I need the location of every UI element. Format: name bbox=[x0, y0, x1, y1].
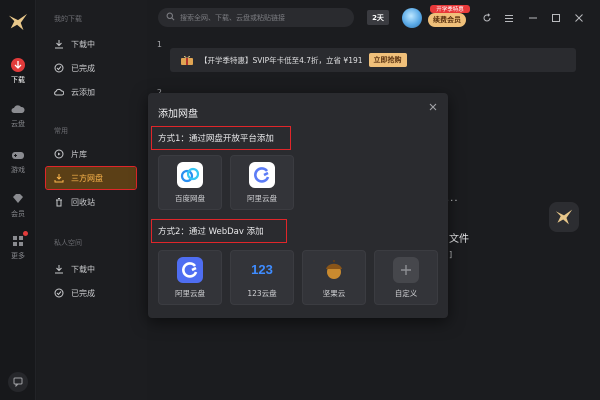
refresh-button[interactable] bbox=[482, 13, 492, 23]
close-icon bbox=[429, 103, 437, 111]
rail-item-vip[interactable]: 会员 bbox=[0, 186, 36, 224]
123-cloud-icon: 123 bbox=[251, 262, 273, 277]
app-logo-icon bbox=[555, 209, 573, 225]
upload-tray-icon bbox=[54, 173, 64, 183]
nutstore-icon bbox=[321, 257, 347, 283]
diamond-icon bbox=[11, 192, 25, 206]
float-logo-button[interactable] bbox=[549, 202, 579, 232]
rail-label: 下载 bbox=[11, 75, 25, 84]
trash-icon bbox=[54, 197, 64, 207]
check-circle-icon bbox=[54, 63, 64, 73]
count-badge: 1 bbox=[156, 39, 162, 49]
sidebar-item-label: 云添加 bbox=[71, 87, 95, 97]
card-label: 123云盘 bbox=[247, 288, 277, 298]
sidebar-item-third-party-drive[interactable]: 三方网盘 bbox=[45, 166, 137, 190]
gamepad-icon bbox=[11, 148, 25, 162]
sidebar-item-label: 下载中 bbox=[71, 264, 95, 274]
method2-heading: 方式2：通过 WebDav 添加 bbox=[151, 219, 287, 243]
card-123-cloud[interactable]: 123 123云盘 bbox=[230, 250, 294, 305]
gift-icon bbox=[181, 55, 193, 65]
app-logo-icon bbox=[8, 13, 28, 31]
days-badge[interactable]: 2天 bbox=[367, 10, 389, 25]
menu-button[interactable] bbox=[504, 13, 514, 23]
rail-label: 更多 bbox=[11, 251, 25, 260]
dialog-close-button[interactable] bbox=[427, 101, 439, 113]
card-label: 阿里云盘 bbox=[247, 193, 277, 203]
add-drive-dialog: 添加网盘 方式1：通过网盘开放平台添加 百度网盘 阿里云盘 方式2：通过 Web… bbox=[148, 93, 448, 318]
rail-item-download[interactable]: 下载 bbox=[0, 52, 36, 90]
empty-state-hint: ] bbox=[449, 250, 453, 259]
rail-item-more[interactable]: 更多 bbox=[0, 228, 36, 266]
apps-icon bbox=[11, 230, 28, 248]
renew-vip-button[interactable]: 续费会员 bbox=[428, 13, 466, 27]
film-icon bbox=[54, 149, 64, 159]
minimize-button[interactable] bbox=[528, 13, 538, 23]
sidebar-item-completed[interactable]: 已完成 bbox=[46, 57, 174, 79]
card-label: 坚果云 bbox=[322, 288, 346, 298]
refresh-icon bbox=[483, 13, 491, 22]
section-title-common: 常用 bbox=[54, 127, 68, 135]
rail-item-games[interactable]: 游戏 bbox=[0, 142, 36, 180]
promo-banner[interactable]: 【开学季特惠】SVIP年卡低至4.7折，立省 ¥191 立即抢购 bbox=[170, 48, 576, 72]
left-rail: 下载 云盘 游戏 会员 更多 bbox=[0, 0, 36, 400]
buy-now-button[interactable]: 立即抢购 bbox=[368, 53, 407, 67]
cloud-icon bbox=[11, 102, 25, 116]
sidebar-item-label: 已完成 bbox=[71, 63, 95, 73]
menu-icon bbox=[505, 14, 513, 22]
empty-state-text: 文件 bbox=[449, 234, 469, 245]
baidu-netdisk-icon bbox=[177, 161, 203, 188]
minimize-icon bbox=[529, 17, 537, 19]
rail-label: 会员 bbox=[11, 209, 25, 218]
chat-icon bbox=[13, 377, 23, 387]
notification-dot bbox=[23, 230, 28, 236]
rail-label: 游戏 bbox=[11, 165, 25, 174]
rail-label: 云盘 bbox=[11, 119, 25, 128]
download-icon bbox=[11, 57, 25, 72]
close-icon bbox=[575, 14, 583, 22]
maximize-icon bbox=[552, 14, 560, 22]
method1-heading: 方式1：通过网盘开放平台添加 bbox=[151, 126, 291, 150]
plus-icon bbox=[393, 256, 419, 283]
banner-text: 【开学季特惠】SVIP年卡低至4.7折，立省 ¥191 bbox=[200, 55, 363, 65]
sidebar-item-downloading[interactable]: 下载中 1 bbox=[46, 33, 174, 55]
aliyun-drive-icon bbox=[249, 161, 275, 188]
section-title-my-downloads: 我的下载 bbox=[54, 15, 82, 23]
download-icon bbox=[54, 264, 64, 274]
sidebar-item-label: 下载中 bbox=[71, 39, 95, 49]
section-title-private: 私人空间 bbox=[54, 239, 82, 247]
search-input[interactable]: 搜索全网、下载、云盘或粘贴链接 bbox=[158, 8, 354, 27]
card-aliyun-drive[interactable]: 阿里云盘 bbox=[230, 155, 294, 210]
sidebar-item-label: 三方网盘 bbox=[71, 173, 103, 183]
dialog-title: 添加网盘 bbox=[158, 109, 198, 120]
search-icon bbox=[166, 12, 175, 23]
promo-tag: 开学季特惠 bbox=[430, 5, 470, 13]
close-window-button[interactable] bbox=[574, 13, 584, 23]
aliyun-drive-icon bbox=[177, 256, 203, 283]
maximize-button[interactable] bbox=[551, 13, 561, 23]
card-aliyun-drive-webdav[interactable]: 阿里云盘 bbox=[158, 250, 222, 305]
sidebar: 我的下载 下载中 1 已完成 云添加 2 常用 片库 三方网盘 回收站 私人空间… bbox=[37, 0, 162, 400]
card-label: 阿里云盘 bbox=[175, 288, 205, 298]
check-circle-icon bbox=[54, 288, 64, 298]
sidebar-item-label: 片库 bbox=[71, 149, 87, 159]
card-label: 自定义 bbox=[394, 288, 418, 298]
feedback-button[interactable] bbox=[8, 372, 28, 392]
rail-item-cloud[interactable]: 云盘 bbox=[0, 96, 36, 134]
cloud-add-icon bbox=[54, 87, 64, 97]
sidebar-item-label: 已完成 bbox=[71, 288, 95, 298]
card-baidu-netdisk[interactable]: 百度网盘 bbox=[158, 155, 222, 210]
avatar[interactable] bbox=[402, 8, 422, 28]
search-placeholder: 搜索全网、下载、云盘或粘贴链接 bbox=[180, 13, 285, 22]
card-nutstore[interactable]: 坚果云 bbox=[302, 250, 366, 305]
card-custom[interactable]: 自定义 bbox=[374, 250, 438, 305]
card-label: 百度网盘 bbox=[175, 193, 205, 203]
sidebar-item-label: 回收站 bbox=[71, 197, 95, 207]
download-icon bbox=[54, 39, 64, 49]
